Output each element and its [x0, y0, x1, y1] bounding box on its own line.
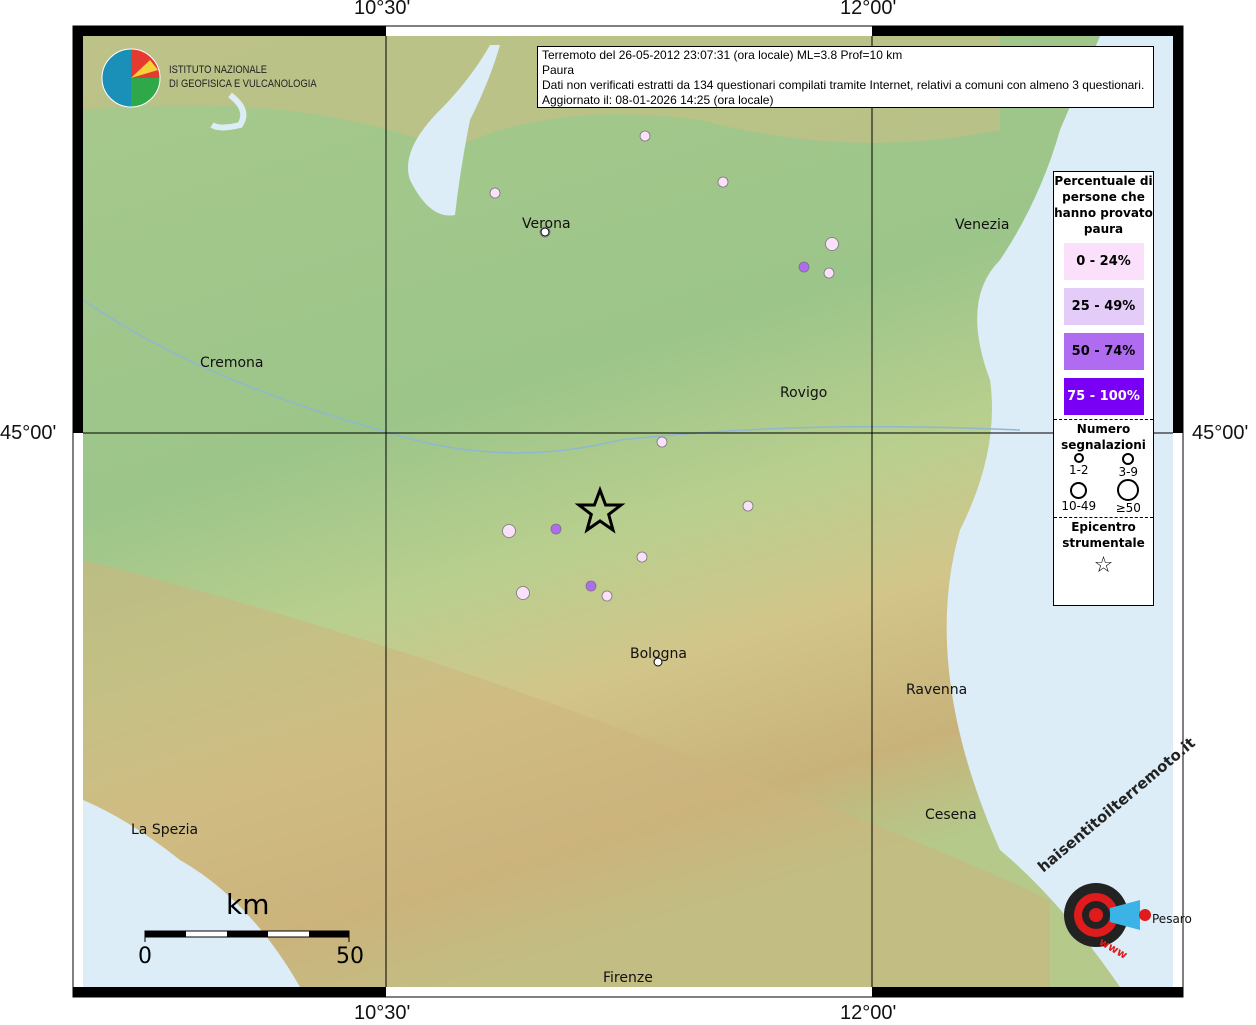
survey-point [516, 586, 530, 600]
scale-max: 50 [336, 944, 364, 969]
ingv-logo-text: ISTITUTO NAZIONALE DI GEOFISICA E VULCANO… [169, 64, 317, 90]
survey-point [742, 500, 754, 512]
legend-class-75-100: 75 - 100% [1063, 378, 1144, 415]
city-label: La Spezia [131, 822, 199, 838]
survey-point [585, 580, 597, 592]
city-label: Ravenna [906, 682, 968, 698]
epicenter-legend-title: Epicentro strumentale [1062, 520, 1145, 550]
survey-point [550, 523, 562, 535]
city-label: Cesena [925, 807, 977, 823]
updated-line: Aggiornato il: 08-01-2026 14:25 (ora loc… [542, 93, 774, 107]
city-label: Cremona [200, 355, 264, 371]
legend-class-25-49: 25 - 49% [1063, 288, 1144, 325]
size-label: 10-49 [1061, 499, 1097, 513]
size-label: 3-9 [1118, 465, 1139, 479]
survey-point [601, 590, 613, 602]
size-legend-title: Numero segnalazioni [1061, 422, 1146, 452]
survey-point [825, 237, 839, 251]
scale-unit: km [226, 888, 270, 921]
event-line: Terremoto del 26-05-2012 23:07:31 (ora l… [542, 48, 903, 62]
parameter-line: Paura [542, 63, 575, 77]
survey-point [823, 267, 835, 279]
size-circle-icon [1073, 453, 1084, 463]
legend-class-0-24: 0 - 24% [1063, 243, 1144, 280]
survey-point [798, 261, 810, 273]
star-icon: ☆ [1093, 553, 1114, 578]
survey-point [502, 524, 516, 538]
city-label: Venezia [955, 217, 1010, 233]
survey-point [717, 176, 729, 188]
legend-title: Percentuale di persone che hanno provato… [1054, 174, 1153, 236]
survey-point [489, 187, 501, 199]
size-label: 1-2 [1068, 463, 1089, 477]
survey-point [636, 551, 648, 563]
city-label: Rovigo [780, 385, 828, 401]
legend-class-50-74: 50 - 74% [1063, 333, 1144, 370]
data-note: Dati non verificati estratti da 134 ques… [542, 78, 1145, 92]
survey-point [639, 130, 651, 142]
size-circle-icon [1122, 453, 1135, 465]
bottom-tick-1030: 10°30' [354, 1002, 411, 1024]
size-circle-icon [1117, 479, 1140, 501]
top-tick-1030: 10°30' [354, 0, 411, 19]
ingv-logo-icon [101, 48, 161, 108]
legend: Percentuale di persone che hanno provato… [1053, 171, 1154, 606]
size-label: ≥50 [1115, 501, 1141, 515]
city-label: Bologna [630, 646, 687, 662]
right-tick-45: 45°00' [1192, 422, 1249, 444]
size-legend: 1-2 3-9 10-49 ≥50 [1054, 453, 1153, 515]
bottom-tick-1200: 12°00' [840, 1002, 897, 1024]
survey-point [656, 436, 668, 448]
scale-min: 0 [138, 944, 152, 969]
city-label: Pesaro [1152, 912, 1192, 926]
size-circle-icon [1070, 482, 1088, 499]
info-box: Terremoto del 26-05-2012 23:07:31 (ora l… [537, 46, 1154, 108]
left-tick-45: 45°00' [0, 422, 57, 444]
top-tick-1200: 12°00' [840, 0, 897, 19]
city-label: Firenze [603, 970, 653, 986]
city-label: Verona [522, 216, 571, 232]
